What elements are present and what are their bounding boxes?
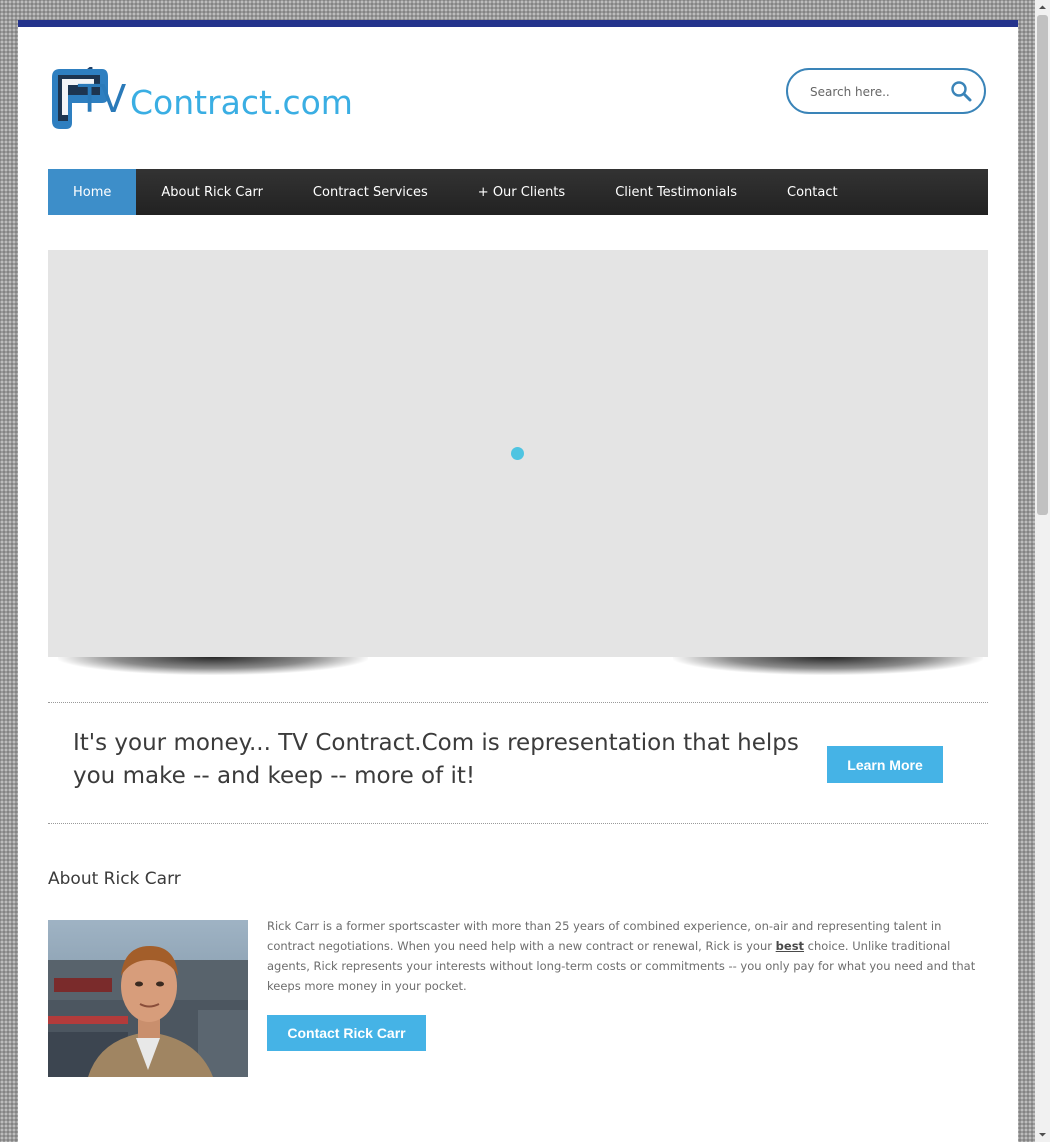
- nav-item-label: Home: [73, 184, 112, 200]
- nav-item-label: Client Testimonials: [615, 184, 737, 200]
- about-description: Rick Carr is a former sportscaster with …: [267, 916, 985, 996]
- page-scrollbar[interactable]: [1035, 0, 1050, 1142]
- nav-item-label: About Rick Carr: [161, 184, 263, 200]
- main-nav: Home About Rick Carr Contract Services +…: [48, 169, 988, 215]
- site-logo[interactable]: TV Contract.com: [48, 67, 353, 131]
- logo-tv-text: TV: [78, 77, 126, 121]
- tagline-text: It's your money... TV Contract.Com is re…: [73, 730, 799, 789]
- nav-item-contact[interactable]: Contact: [762, 169, 863, 215]
- page-container: TV Contract.com Home About Rick Carr Con…: [18, 20, 1018, 1142]
- chevron-down-icon: [1039, 1133, 1046, 1137]
- rick-carr-photo: [48, 920, 248, 1077]
- nav-item-contract-services[interactable]: Contract Services: [288, 169, 453, 215]
- slider-shadow-left: [58, 657, 368, 675]
- nav-item-home[interactable]: Home: [48, 169, 137, 215]
- learn-more-button[interactable]: Learn More: [827, 746, 943, 783]
- search-button[interactable]: [950, 80, 972, 102]
- chevron-up-icon: [1039, 5, 1046, 9]
- nav-item-label: + Our Clients: [477, 184, 566, 200]
- about-heading: About Rick Carr: [48, 869, 181, 889]
- slider-shadow-right: [673, 657, 983, 675]
- search-box: [786, 68, 986, 114]
- hero-slider: [48, 250, 988, 657]
- portrait-image: [48, 920, 248, 1077]
- nav-item-label: Contract Services: [312, 184, 428, 200]
- nav-item-label: Contact: [787, 184, 838, 200]
- nav-item-about-rick-carr[interactable]: About Rick Carr: [136, 169, 288, 215]
- scroll-down-arrow[interactable]: [1035, 1127, 1050, 1142]
- logo-domain-text: Contract.com: [130, 83, 353, 122]
- scroll-up-arrow[interactable]: [1035, 0, 1050, 15]
- contact-rick-carr-button[interactable]: Contact Rick Carr: [267, 1015, 426, 1051]
- slider-loading-dot[interactable]: [511, 447, 524, 460]
- divider-bottom: [48, 823, 988, 824]
- search-input[interactable]: [808, 81, 948, 103]
- scroll-thumb[interactable]: [1037, 15, 1048, 515]
- nav-item-client-testimonials[interactable]: Client Testimonials: [590, 169, 762, 215]
- search-icon: [951, 81, 972, 102]
- divider-top: [48, 702, 988, 703]
- nav-item-our-clients[interactable]: + Our Clients: [453, 169, 590, 215]
- about-text-best: best: [775, 939, 805, 953]
